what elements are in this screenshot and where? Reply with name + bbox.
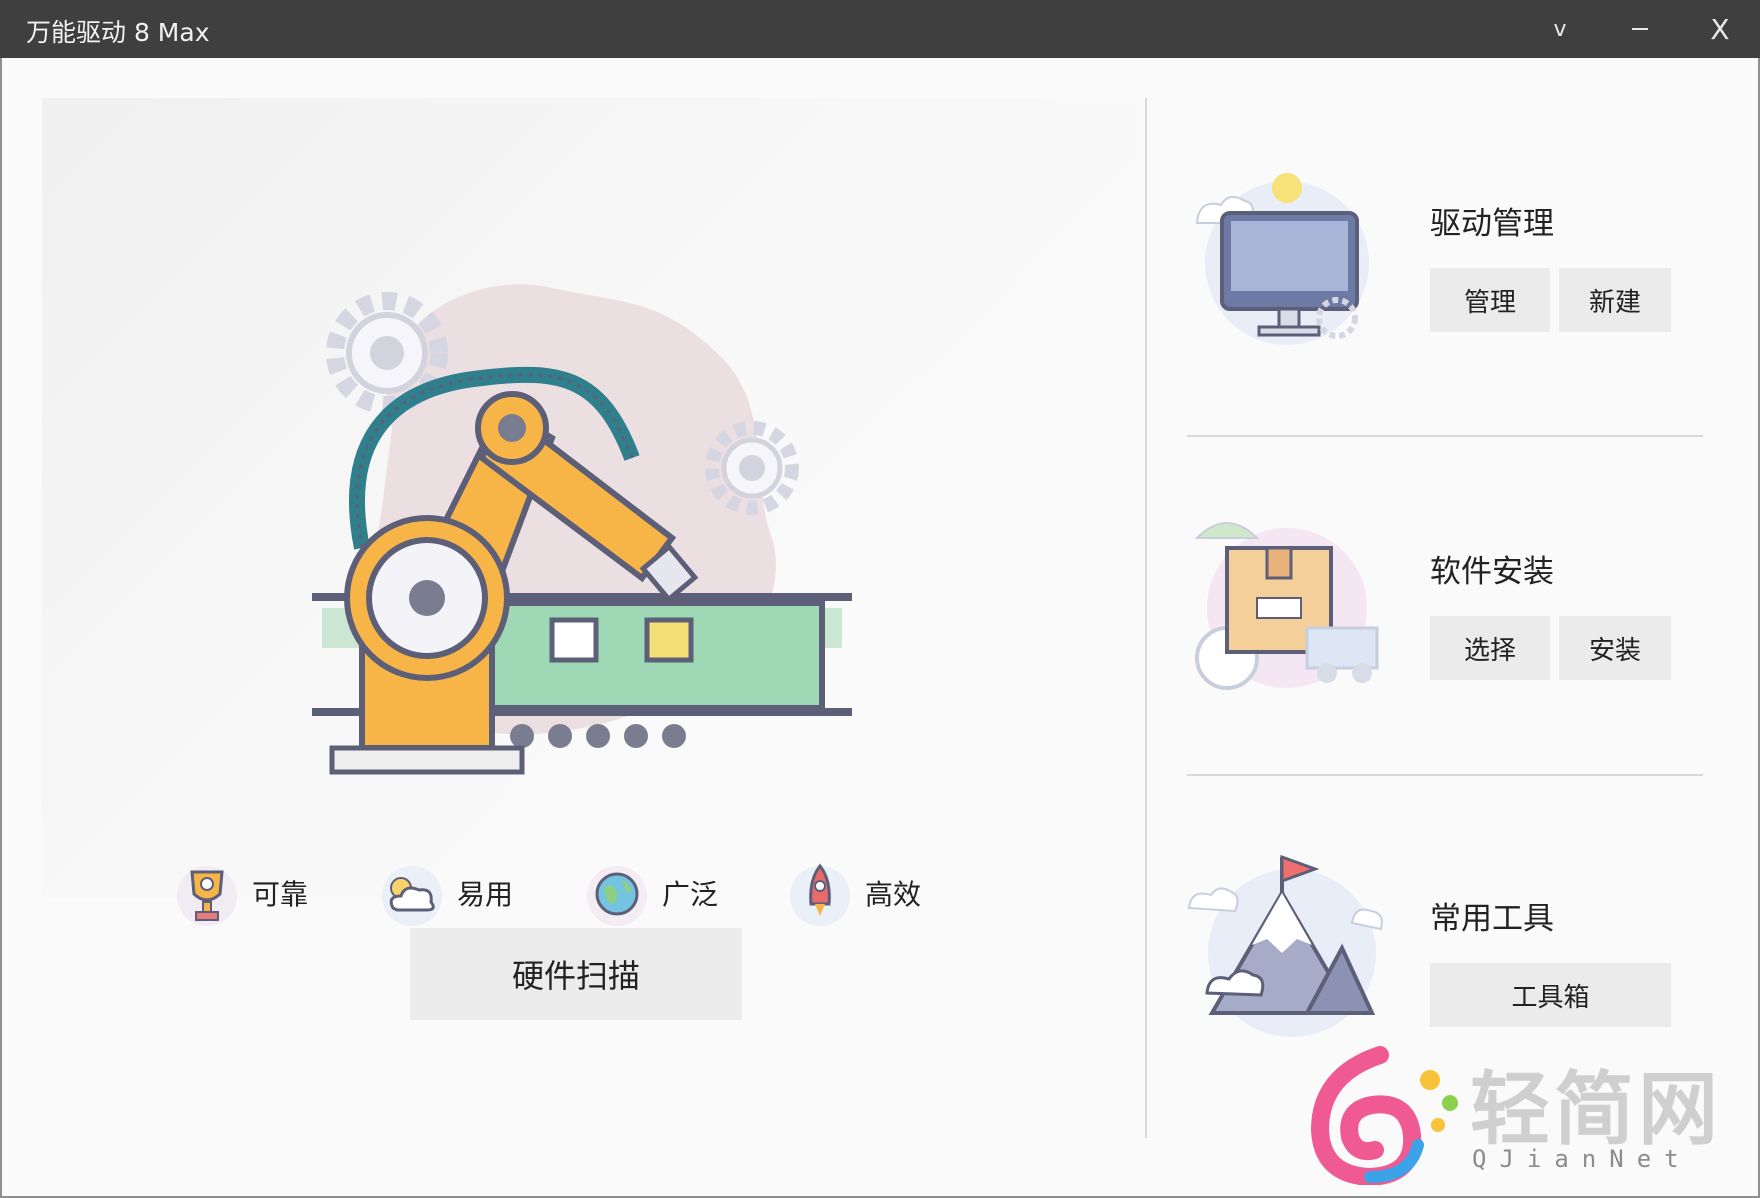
new-button[interactable]: 新建 xyxy=(1559,268,1671,332)
window-title: 万能驱动 8 Max xyxy=(26,18,210,47)
trophy-icon xyxy=(177,866,237,926)
toolbox-button[interactable]: 工具箱 xyxy=(1430,963,1671,1027)
main-window: 可靠 易用 广泛 高效 硬件扫描 驱动管理 管理 新建 软件安装 选择 安装 常… xyxy=(0,58,1760,1198)
minimize-icon xyxy=(1632,28,1648,30)
feature-label: 广泛 xyxy=(662,878,719,911)
rocket-icon xyxy=(790,863,850,926)
watermark: 轻简网 QJianNet xyxy=(1300,1045,1740,1185)
hardware-scan-button[interactable]: 硬件扫描 xyxy=(410,928,742,1020)
monitor-icon xyxy=(1195,173,1369,345)
feature-item-reliable: 可靠 xyxy=(172,848,308,938)
watermark-subtext: QJianNet xyxy=(1472,1145,1692,1173)
feature-item-efficient: 高效 xyxy=(785,848,921,938)
driver-management-title: 驱动管理 xyxy=(1430,206,1554,242)
install-button[interactable]: 安装 xyxy=(1559,616,1671,680)
package-icon xyxy=(1194,522,1379,690)
menu-dropdown-button[interactable]: v xyxy=(1530,0,1590,58)
feature-list: 可靠 易用 广泛 高效 xyxy=(172,848,952,938)
title-bar: 万能驱动 8 Max v X xyxy=(0,0,1760,58)
close-button[interactable]: X xyxy=(1690,0,1750,58)
watermark-logo xyxy=(1310,1046,1458,1185)
watermark-text: 轻简网 xyxy=(1470,1062,1722,1156)
common-tools-title: 常用工具 xyxy=(1430,901,1554,937)
feature-label: 高效 xyxy=(865,878,922,911)
globe-icon xyxy=(587,866,647,926)
select-button[interactable]: 选择 xyxy=(1430,616,1550,680)
feature-label: 可靠 xyxy=(252,878,309,911)
feature-label: 易用 xyxy=(457,878,514,911)
mountain-flag-icon xyxy=(1187,854,1383,1037)
software-install-title: 软件安装 xyxy=(1430,554,1554,590)
feature-item-wide: 广泛 xyxy=(582,848,718,938)
robot-arm-illustration xyxy=(312,284,852,775)
minimize-button[interactable] xyxy=(1610,0,1670,58)
cloud-icon xyxy=(382,866,442,926)
horizontal-divider xyxy=(1187,435,1703,437)
horizontal-divider xyxy=(1187,774,1703,776)
feature-item-easy: 易用 xyxy=(377,848,513,938)
manage-button[interactable]: 管理 xyxy=(1430,268,1550,332)
vertical-divider xyxy=(1145,98,1147,1138)
